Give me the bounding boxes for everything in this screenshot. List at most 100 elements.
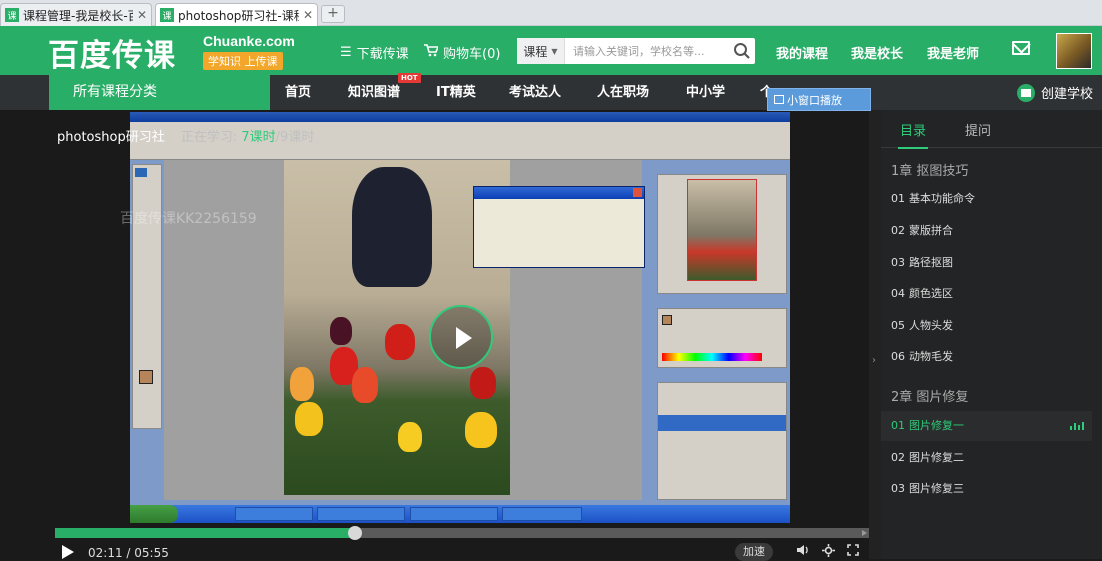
lesson-item[interactable]: 03 路径抠图 xyxy=(881,248,1092,278)
site-favicon-icon: 课 xyxy=(5,8,19,22)
lesson-item[interactable]: 04 颜色选区 xyxy=(881,279,1092,309)
volume-icon[interactable] xyxy=(796,544,810,560)
tab-close-icon[interactable]: ✕ xyxy=(137,8,147,22)
start-button-icon xyxy=(130,505,178,523)
progress-fill xyxy=(55,528,356,538)
teacher-link[interactable]: 我是老师 xyxy=(927,43,979,62)
tulip xyxy=(290,367,314,401)
tulip xyxy=(330,317,352,345)
video-watermark: 百度传课KK2256159 xyxy=(120,211,257,227)
chevron-right-icon: › xyxy=(872,355,876,366)
lesson-number: 03 xyxy=(891,256,905,269)
cart-link[interactable]: 购物车(0) xyxy=(424,43,500,62)
chapter-title: 1章 抠图技巧 xyxy=(891,164,969,179)
create-school-label: 创建学校 xyxy=(1041,87,1094,102)
search-input[interactable]: 请输入关键词，学校名等... xyxy=(565,43,729,59)
tab-close-icon[interactable]: ✕ xyxy=(303,8,313,22)
create-school-link[interactable]: 创建学校 xyxy=(1017,75,1093,110)
lesson-number: 05 xyxy=(891,319,905,332)
tab-title: photoshop研习社-课程 xyxy=(178,8,299,23)
nav-item-k12[interactable]: 中小学 xyxy=(686,75,725,110)
lesson-title: 图片修复一 xyxy=(909,419,964,432)
lesson-number: 06 xyxy=(891,350,905,363)
all-categories-button[interactable]: 所有课程分类 xyxy=(49,75,270,110)
download-label: 下载传课 xyxy=(356,47,409,62)
search-box: 课程 ▼ 请输入关键词，学校名等... xyxy=(517,38,755,64)
search-category-label: 课程 xyxy=(523,44,548,59)
lesson-title: 基本功能命令 xyxy=(909,192,975,205)
mini-window-icon xyxy=(774,95,784,104)
lesson-title: 人物头发 xyxy=(909,319,953,332)
principal-link[interactable]: 我是校长 xyxy=(851,43,903,62)
lesson-item[interactable]: 06 动物毛发 xyxy=(881,342,1092,372)
browser-tab-photoshop[interactable]: 课 photoshop研习社-课程 ✕ xyxy=(155,3,318,26)
speed-button[interactable]: 加速 xyxy=(735,543,773,561)
avatar[interactable] xyxy=(1056,33,1092,69)
search-category-select[interactable]: 课程 ▼ xyxy=(517,38,565,64)
chapter-title: 2章 图片修复 xyxy=(891,390,969,405)
download-link[interactable]: ☰ 下载传课 xyxy=(340,43,409,62)
current-lesson: 7课时 xyxy=(241,130,276,145)
lesson-item[interactable]: 02 图片修复二 xyxy=(881,443,1092,473)
cart-label: 购物车(0) xyxy=(443,47,501,62)
nav-item-home[interactable]: 首页 xyxy=(285,75,311,110)
browser-tab-course-manage[interactable]: 课 课程管理-我是校长-百度 ✕ xyxy=(0,3,152,26)
photoshop-dialog xyxy=(473,186,645,268)
total-lessons: /9课时 xyxy=(275,130,315,145)
nav-item-knowledge-map[interactable]: 知识图谱 xyxy=(348,75,400,110)
tulip xyxy=(465,412,497,448)
video-player[interactable]: photoshop研习社 正在学习: 7课时/9课时 百度传课KK2256159 xyxy=(0,110,881,559)
my-courses-link[interactable]: 我的课程 xyxy=(776,43,828,62)
dialog-titlebar xyxy=(474,187,644,199)
sidebar-toggle[interactable]: › xyxy=(869,110,881,559)
navigator-thumbnail xyxy=(687,179,757,281)
search-icon[interactable] xyxy=(729,38,755,64)
new-tab-button[interactable]: + xyxy=(321,5,345,23)
tab-title: 课程管理-我是校长-百度 xyxy=(23,8,133,23)
learning-label: 正在学习: xyxy=(180,130,238,145)
lesson-item-active[interactable]: 01 图片修复一 xyxy=(881,411,1092,441)
site-favicon-icon: 课 xyxy=(160,8,174,22)
tab-questions[interactable]: 提问 xyxy=(965,120,991,139)
tab-catalog[interactable]: 目录 xyxy=(897,120,929,149)
browser-tab-bar: 课 课程管理-我是校长-百度 ✕ 课 photoshop研习社-课程 ✕ + xyxy=(0,0,1102,26)
nav-item-exam[interactable]: 考试达人 xyxy=(509,75,561,110)
tulip xyxy=(398,422,422,452)
mail-icon[interactable] xyxy=(1012,41,1030,55)
lesson-item[interactable]: 01 基本功能命令 xyxy=(881,184,1092,214)
progress-bar[interactable] xyxy=(55,526,869,540)
lesson-title: 蒙版拼合 xyxy=(909,224,953,237)
lesson-item[interactable]: 02 蒙版拼合 xyxy=(881,216,1092,246)
tulip xyxy=(295,402,323,436)
video-title-bar: photoshop研习社 正在学习: 7课时/9课时 xyxy=(57,126,314,145)
lesson-title: 路径抠图 xyxy=(909,256,953,269)
lesson-item[interactable]: 05 人物头发 xyxy=(881,311,1092,341)
nav-item-it[interactable]: IT精英 xyxy=(436,75,476,110)
play-icon[interactable] xyxy=(62,545,74,559)
lesson-item[interactable]: 03 图片修复三 xyxy=(881,474,1092,504)
mini-window-button[interactable]: 小窗口播放 xyxy=(767,88,871,111)
course-title: photoshop研习社 xyxy=(57,130,165,145)
color-swatch xyxy=(662,315,672,325)
lesson-number: 03 xyxy=(891,482,905,495)
site-header: 百度传课 Chuanke.com 学知识 上传课 ☰ 下载传课 购物车(0) 课… xyxy=(0,26,1102,75)
seek-forward-icon[interactable] xyxy=(862,530,867,536)
lesson-number: 04 xyxy=(891,287,905,300)
logo-cn[interactable]: 百度传课 xyxy=(48,30,176,75)
cart-icon xyxy=(424,44,440,61)
play-overlay-icon[interactable] xyxy=(429,305,493,369)
taskbar-item xyxy=(410,507,498,521)
home-icon xyxy=(1017,83,1035,102)
layers-panel xyxy=(657,382,787,500)
progress-handle[interactable] xyxy=(348,526,363,540)
color-panel xyxy=(657,308,787,368)
taskbar-item xyxy=(317,507,405,521)
lesson-number: 01 xyxy=(891,192,905,205)
settings-icon[interactable] xyxy=(822,544,835,561)
playback-time: 02:11 / 05:55 xyxy=(88,546,169,560)
photoshop-logo-icon xyxy=(135,168,147,177)
lesson-number: 02 xyxy=(891,224,905,237)
nav-item-career[interactable]: 人在职场 xyxy=(597,75,649,110)
statue-shape xyxy=(352,167,432,287)
fullscreen-icon[interactable] xyxy=(847,544,859,560)
